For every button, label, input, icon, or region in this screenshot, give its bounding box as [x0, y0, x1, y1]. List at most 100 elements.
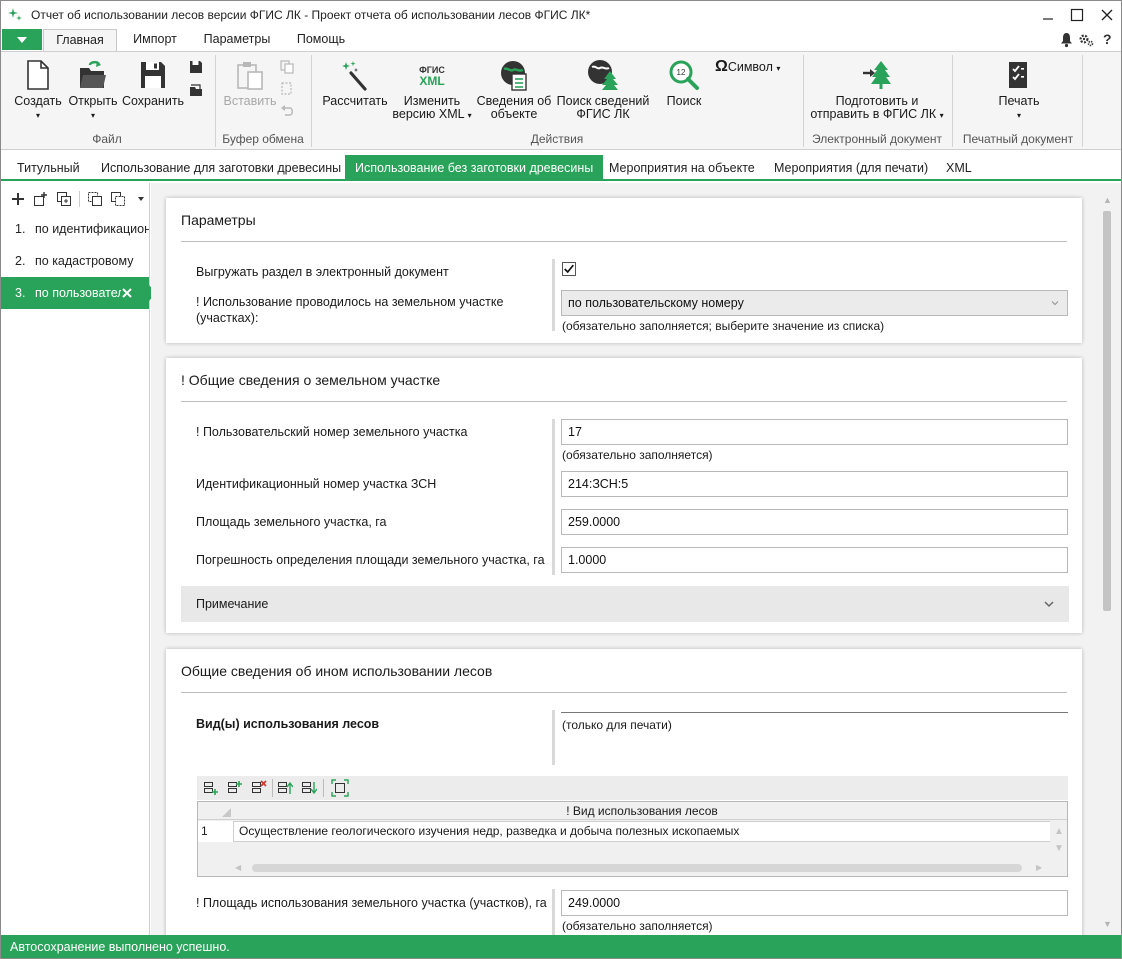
open-button[interactable]: Открыть ▾	[67, 59, 119, 122]
scroll-thumb[interactable]	[1103, 211, 1111, 611]
tab-object-activities[interactable]: Мероприятия на объекте	[599, 155, 765, 181]
user-number-field[interactable]: 17	[561, 419, 1068, 445]
note-label: Примечание	[196, 597, 269, 611]
symbol-button[interactable]: ΩСимвол ▾	[715, 59, 795, 75]
tab-parameters[interactable]: Параметры	[195, 29, 279, 51]
create-button[interactable]: Создать ▾	[11, 59, 65, 122]
undo-icon[interactable]	[280, 104, 294, 118]
add-icon[interactable]	[10, 191, 26, 207]
table-toolbar	[197, 776, 1068, 800]
file-menu-button[interactable]	[2, 29, 42, 50]
list-item[interactable]: 2. по кадастровому	[1, 245, 149, 277]
delete-row-icon[interactable]	[251, 780, 267, 796]
app-window: Отчет об использовании лесов версии ФГИС…	[0, 0, 1122, 959]
close-icon[interactable]	[1097, 5, 1117, 25]
scroll-down-icon[interactable]: ▼	[1103, 919, 1112, 929]
search-fgis-button[interactable]: Поиск сведений ФГИС ЛК	[554, 59, 652, 121]
cut-icon[interactable]	[280, 82, 294, 96]
search-button[interactable]: 12 Поиск	[658, 59, 710, 108]
globe-tree-icon	[588, 60, 618, 90]
group-edoc-label: Электронный документ	[811, 132, 943, 146]
help-icon[interactable]: ?	[1103, 31, 1112, 47]
chevron-down-icon	[1044, 601, 1054, 608]
sections-toolbar	[1, 183, 149, 213]
object-info-button[interactable]: Сведения об объекте	[475, 59, 553, 121]
usage-label: ! Использование проводилось на земельном…	[196, 295, 504, 325]
content-scrollbar[interactable]: ▲ ▼	[1100, 193, 1114, 933]
change-xml-version-button[interactable]: ФГИС XML Изменить версию XML ▾	[389, 59, 475, 122]
usage-select[interactable]: по пользовательскому номеру	[561, 290, 1068, 316]
copy-section-icon[interactable]	[87, 191, 103, 207]
save-button[interactable]: Сохранить	[121, 59, 185, 108]
search-icon: 12	[669, 60, 699, 90]
tab-import[interactable]: Импорт	[122, 29, 188, 51]
open-folder-icon	[80, 61, 106, 88]
tab-title-page[interactable]: Титульный	[7, 155, 90, 181]
calculate-button[interactable]: Рассчитать	[319, 59, 391, 108]
move-up-icon[interactable]	[277, 780, 293, 796]
tab-home[interactable]: Главная	[43, 29, 117, 52]
table-scroll-down-icon[interactable]: ▼	[1054, 843, 1064, 854]
save-all-icon[interactable]	[189, 60, 203, 74]
duplicate-icon[interactable]	[56, 191, 72, 207]
tab-activities-print[interactable]: Мероприятия (для печати)	[764, 155, 938, 181]
content-area: Параметры Выгружать раздел в электронный…	[151, 183, 1121, 935]
list-item-selected[interactable]: 3.по пользовательскому	[1, 277, 149, 309]
fgis-xml-icon: ФГИС XML	[419, 65, 445, 88]
tab-wood-harvesting[interactable]: Использование для заготовки древесины	[91, 155, 351, 181]
group-print-label: Печатный документ	[962, 132, 1074, 146]
document-tabs: Титульный Использование для заготовки др…	[1, 151, 1121, 181]
export-checkbox[interactable]	[562, 262, 576, 276]
usage-area-hint: (обязательно заполняется)	[562, 919, 713, 933]
table-scroll-up-icon[interactable]: ▲	[1054, 826, 1064, 837]
paste-button[interactable]: Вставить	[221, 59, 279, 108]
area-field[interactable]: 259.0000	[561, 509, 1068, 535]
note-expander[interactable]: Примечание	[181, 586, 1069, 622]
notifications-icon[interactable]	[1058, 31, 1075, 48]
group-clipboard-label: Буфер обмена	[222, 132, 304, 146]
tab-xml[interactable]: XML	[936, 155, 982, 181]
kinds-label: Вид(ы) использования лесов	[196, 717, 380, 731]
usage-area-label: ! Площадь использования земельного участ…	[196, 896, 547, 910]
error-field[interactable]: 1.0000	[561, 547, 1068, 573]
add-row-icon[interactable]	[203, 780, 219, 796]
svg-text:12: 12	[677, 68, 686, 77]
paste-section-icon[interactable]	[110, 191, 126, 207]
export-tree-icon	[863, 61, 891, 89]
move-down-icon[interactable]	[301, 780, 317, 796]
list-item[interactable]: 1.по идентификационному	[1, 213, 149, 245]
usage-area-field[interactable]: 249.0000	[561, 890, 1068, 916]
maximize-icon[interactable]	[1067, 5, 1087, 25]
table-cell-kind[interactable]: Осуществление геологического изучения не…	[233, 821, 1050, 842]
close-document-icon[interactable]	[189, 83, 203, 97]
copy-icon[interactable]	[280, 60, 294, 74]
add-child-icon[interactable]	[33, 191, 49, 207]
fullscreen-icon[interactable]	[331, 779, 349, 797]
table-row[interactable]: 1 Осуществление геологического изучения …	[198, 821, 1050, 842]
sections-panel: 1.по идентификационному 2.по кадастровом…	[1, 183, 156, 935]
scroll-up-icon[interactable]: ▲	[1103, 195, 1112, 205]
status-bar: Автосохранение выполнено успешно.	[1, 935, 1121, 958]
settings-icon[interactable]	[1078, 32, 1094, 48]
window-title: Отчет об использовании лесов версии ФГИС…	[31, 8, 591, 22]
object-info-icon	[501, 61, 527, 91]
table-scroll-left-icon[interactable]: ◀	[235, 863, 241, 872]
minimize-icon[interactable]	[1038, 5, 1058, 25]
more-icon[interactable]	[137, 191, 145, 207]
user-number-label: ! Пользовательский номер земельного учас…	[196, 425, 468, 439]
tab-no-wood-harvesting[interactable]: Использование без заготовки древесины	[345, 155, 604, 181]
print-button[interactable]: Печать ▾	[983, 59, 1055, 122]
app-logo-icon	[8, 8, 22, 21]
table-hscroll-thumb[interactable]	[252, 864, 1022, 872]
user-number-hint: (обязательно заполняется)	[562, 448, 713, 462]
column-header-kind[interactable]: ! Вид использования лесов	[234, 804, 1050, 818]
parameters-card: Параметры Выгружать раздел в электронный…	[166, 198, 1082, 343]
insert-row-icon[interactable]	[227, 780, 243, 796]
select-all-icon[interactable]	[222, 808, 231, 817]
delete-icon[interactable]	[122, 288, 132, 298]
tab-help[interactable]: Помощь	[288, 29, 354, 51]
table-scroll-right-icon[interactable]: ▶	[1036, 863, 1042, 872]
zsn-field[interactable]: 214:ЗСН:5	[561, 471, 1068, 497]
save-icon	[141, 62, 165, 88]
prepare-send-button[interactable]: Подготовить и отправить в ФГИС ЛК ▾	[807, 59, 947, 122]
